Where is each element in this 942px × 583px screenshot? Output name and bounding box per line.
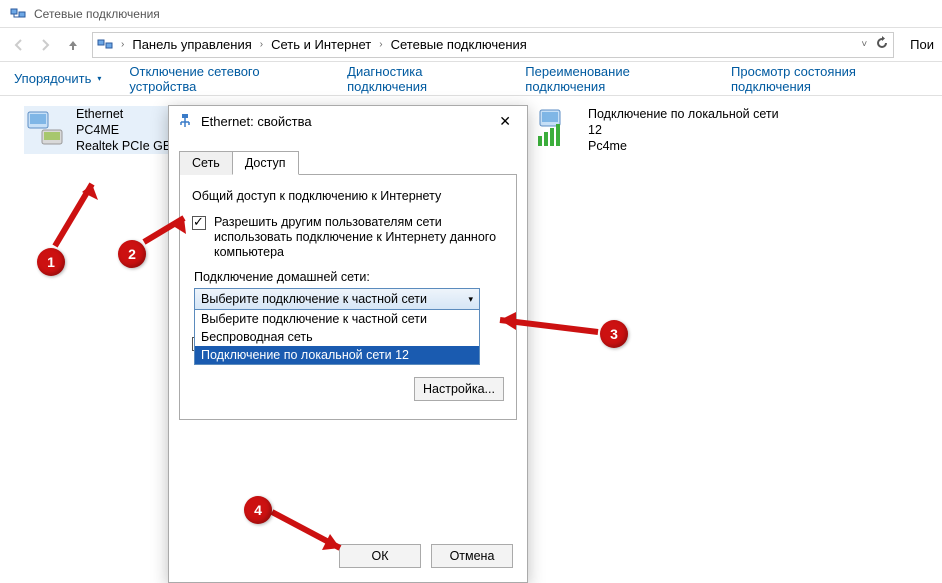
- main-titlebar: Сетевые подключения: [0, 0, 942, 28]
- annotation-marker-3: 3: [600, 320, 628, 348]
- control-panel-icon: [97, 37, 113, 53]
- tab-access[interactable]: Доступ: [232, 151, 299, 175]
- breadcrumb-leaf[interactable]: Сетевые подключения: [387, 37, 531, 52]
- combo-option[interactable]: Выберите подключение к частной сети: [195, 310, 479, 328]
- status-link[interactable]: Просмотр состояния подключения: [731, 64, 928, 94]
- chevron-down-icon[interactable]: ˅: [861, 39, 867, 50]
- home-network-label: Подключение домашней сети:: [194, 270, 504, 284]
- network-adapter-icon: [24, 106, 66, 148]
- chevron-right-icon: ›: [117, 39, 128, 50]
- network-connections-icon: [10, 6, 26, 22]
- dialog-button-row: ОК Отмена: [169, 534, 527, 582]
- allow-share-checkbox[interactable]: [192, 216, 206, 230]
- forward-button[interactable]: [34, 34, 56, 56]
- settings-button[interactable]: Настройка...: [414, 377, 504, 401]
- combo-option[interactable]: Беспроводная сеть: [195, 328, 479, 346]
- refresh-icon[interactable]: [875, 36, 889, 53]
- address-bar[interactable]: › Панель управления › Сеть и Интернет › …: [92, 32, 894, 58]
- tab-network[interactable]: Сеть: [179, 151, 233, 175]
- close-button[interactable]: ✕: [491, 109, 519, 134]
- nav-row: › Панель управления › Сеть и Интернет › …: [0, 28, 942, 62]
- annotation-marker-2: 2: [118, 240, 146, 268]
- breadcrumb-root[interactable]: Панель управления: [128, 37, 255, 52]
- diagnose-link[interactable]: Диагностика подключения: [347, 64, 497, 94]
- disable-device-link[interactable]: Отключение сетевого устройства: [129, 64, 319, 94]
- chevron-right-icon: ›: [375, 39, 386, 50]
- rename-link[interactable]: Переименование подключения: [525, 64, 703, 94]
- tabstrip: Сеть Доступ: [179, 150, 517, 175]
- ethernet-icon: [177, 113, 193, 129]
- combo-option[interactable]: Подключение по локальной сети 12: [195, 346, 479, 364]
- back-button[interactable]: [8, 34, 30, 56]
- organize-menu[interactable]: Упорядочить: [14, 71, 101, 86]
- tab-panel-access: Общий доступ к подключению к Интернету Р…: [179, 175, 517, 420]
- chevron-right-icon: ›: [256, 39, 267, 50]
- up-button[interactable]: [62, 34, 84, 56]
- dialog-title-text: Ethernet: свойства: [201, 114, 312, 129]
- annotation-marker-4: 4: [244, 496, 272, 524]
- combo-dropdown: Выберите подключение к частной сети Бесп…: [194, 310, 480, 365]
- main-title-text: Сетевые подключения: [34, 7, 160, 21]
- ok-button[interactable]: ОК: [339, 544, 421, 568]
- cancel-button[interactable]: Отмена: [431, 544, 513, 568]
- dialog-titlebar: Ethernet: свойства ✕: [169, 106, 527, 136]
- ethernet-properties-dialog: Ethernet: свойства ✕ Сеть Доступ Общий д…: [168, 105, 528, 583]
- adapter-lan12[interactable]: Подключение по локальной сети 12 Pc4me: [536, 106, 786, 154]
- adapter-line3: Realtek PCIe GBE: [76, 138, 180, 154]
- allow-share-label: Разрешить другим пользователям сети испо…: [214, 215, 504, 260]
- annotation-marker-1: 1: [37, 248, 65, 276]
- adapter-line3: Pc4me: [588, 138, 779, 154]
- network-adapter-icon: [536, 106, 578, 148]
- adapter-name: Подключение по локальной сети: [588, 106, 779, 122]
- adapter-line2: PC4ME: [76, 122, 180, 138]
- ics-section-label: Общий доступ к подключению к Интернету: [192, 189, 504, 203]
- home-network-combo[interactable]: Выберите подключение к частной сети ▾ Вы…: [194, 288, 480, 310]
- adapter-line2: 12: [588, 122, 779, 138]
- combo-selected-text: Выберите подключение к частной сети: [201, 292, 427, 306]
- toolbar: Упорядочить Отключение сетевого устройст…: [0, 62, 942, 96]
- adapter-name: Ethernet: [76, 106, 180, 122]
- search-box-cutoff[interactable]: Пои: [902, 37, 934, 52]
- breadcrumb-mid[interactable]: Сеть и Интернет: [267, 37, 375, 52]
- chevron-down-icon: ▾: [468, 294, 473, 305]
